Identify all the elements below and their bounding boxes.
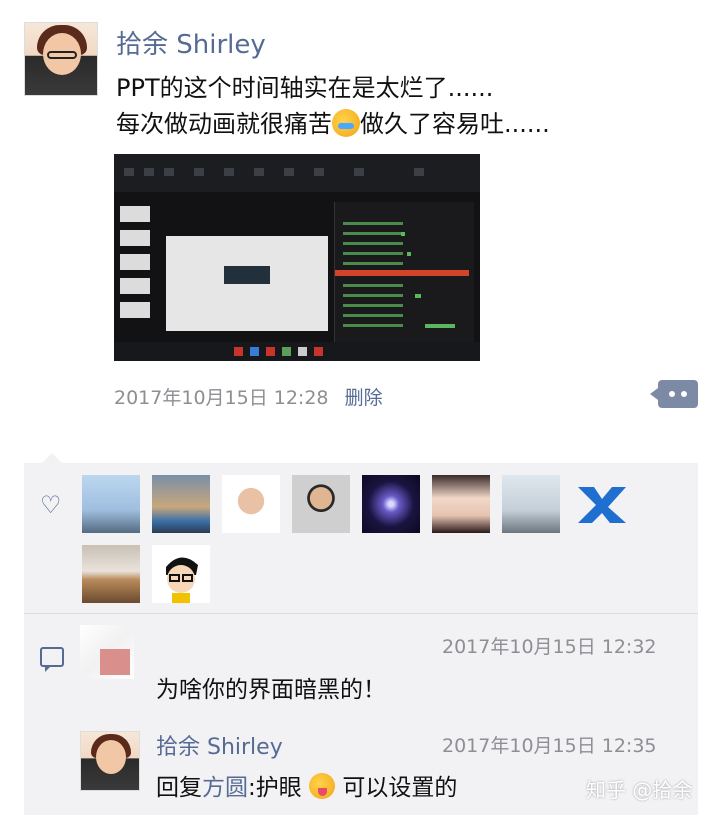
liker-avatar[interactable] [432,475,490,533]
reply-prefix: 回复 [156,775,202,801]
liker-avatar[interactable] [292,475,350,533]
liker-avatar[interactable] [222,475,280,533]
image-animation-timeline [334,202,474,352]
comment-2-time: 2017年10月15日 12:35 [442,735,657,757]
cartoon-avatar-icon [166,557,198,603]
liker-avatar[interactable] [502,475,560,533]
delete-button[interactable]: 删除 [345,387,383,409]
post-timestamp: 2017年10月15日 12:28 [114,387,329,409]
comment-2-text-b: 可以设置的 [342,775,458,801]
liker-avatar[interactable] [82,545,140,603]
post-meta: 2017年10月15日 12:28 删除 [114,383,383,410]
comment-2-text: 回复方圆:护眼 可以设置的 [156,768,457,802]
xg-logo-icon [578,487,626,523]
commenter-avatar[interactable] [80,625,134,679]
post-image[interactable] [114,154,480,361]
watermark: 知乎 @拾余 [586,778,693,802]
heart-icon: ♡ [40,491,62,519]
likes-comments-divider [24,613,698,614]
liker-avatar[interactable] [572,475,630,533]
post-text-line-1: PPT的这个时间轴实在是太烂了...... [116,74,494,102]
image-taskbar [114,342,480,361]
comment-1-time: 2017年10月15日 12:32 [442,636,657,658]
more-icon[interactable] [650,380,698,408]
avatar-glasses [47,51,77,59]
liker-avatar[interactable] [152,545,210,603]
post-text: PPT的这个时间轴实在是太烂了...... 每次做动画就很痛苦 做久了容易吐...… [116,70,550,142]
comment-1-text: 为啥你的界面暗黑的！ [156,677,386,703]
image-slide-canvas [166,236,328,331]
likes-comments-panel: ♡ 2017年10月15日 12:32 为啥你的界面暗黑的！ 拾余 Shirle… [24,453,698,815]
post-text-line-2-a: 每次做动画就很痛苦 [116,110,332,138]
reply-author-name[interactable]: 拾余 Shirley [156,729,283,761]
comment-2-text-a: :护眼 [248,775,302,801]
post-text-line-2: 每次做动画就很痛苦 做久了容易吐...... [116,106,550,142]
reply-to-name[interactable]: 方圆 [202,775,248,801]
image-slide-thumbnails [120,206,154,336]
author-avatar[interactable] [24,22,98,96]
comment-icon [40,647,64,672]
image-app-toolbar [114,154,480,192]
crying-face-emoji-icon [332,109,360,137]
tongue-face-emoji-icon [309,773,336,799]
liker-avatar[interactable] [82,475,140,533]
reply-author-avatar[interactable] [80,731,140,791]
post-text-line-2-b: 做久了容易吐...... [360,110,550,138]
post-author-name[interactable]: 拾余 Shirley [116,24,266,61]
liker-avatar[interactable] [362,475,420,533]
liker-avatar[interactable] [152,475,210,533]
